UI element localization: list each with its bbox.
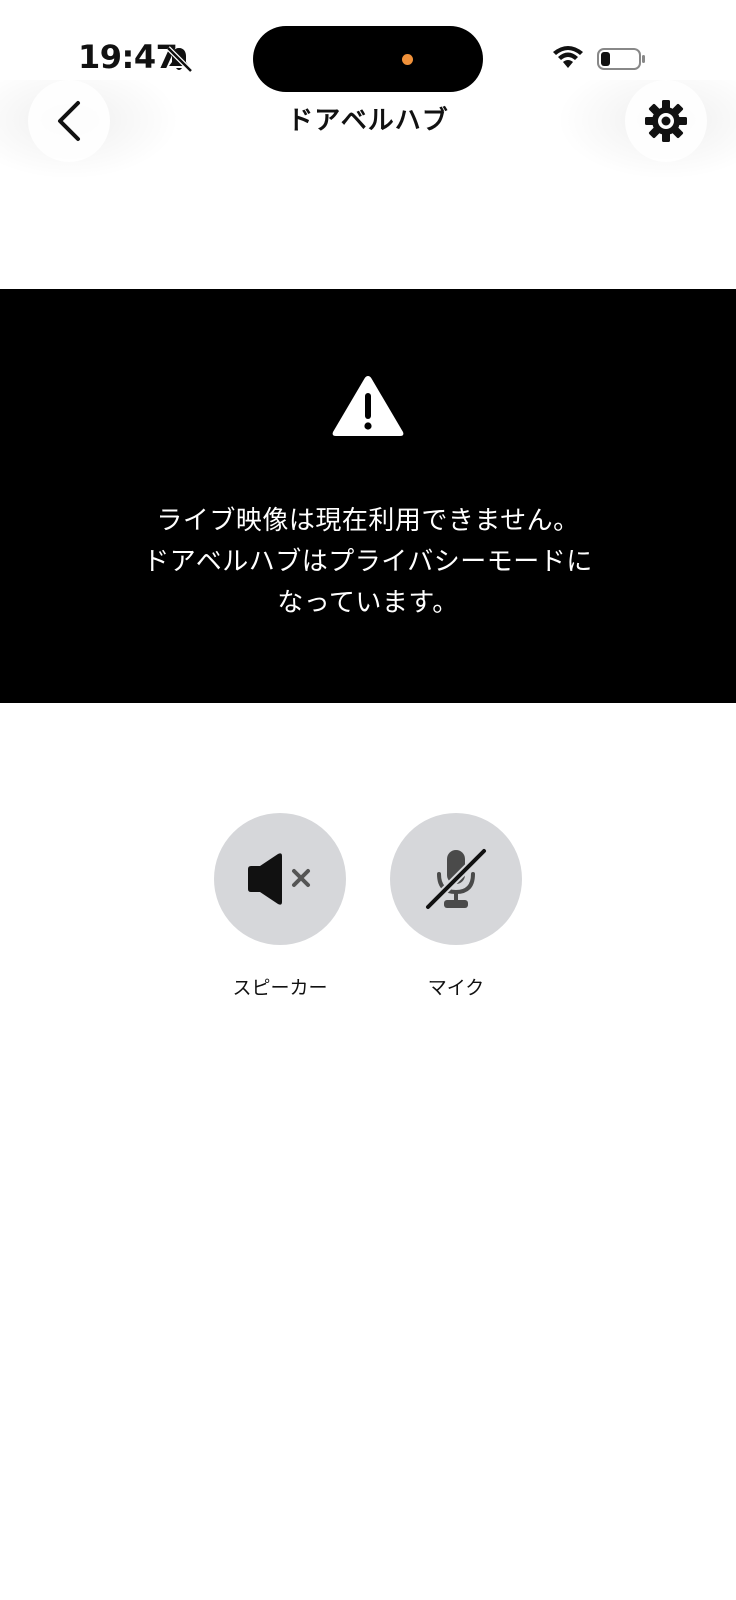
privacy-mode-message: ライブ映像は現在利用できません。 ドアベルハブはプライバシーモードに なっていま… <box>143 506 593 618</box>
privacy-indicator-dot <box>402 54 413 65</box>
wifi-icon <box>553 46 583 68</box>
battery-icon <box>597 48 645 70</box>
status-bar: 19:47 <box>0 0 736 92</box>
status-time: 19:47 <box>78 38 178 76</box>
mic-label: マイク <box>427 977 485 999</box>
speaker-button[interactable] <box>214 813 346 945</box>
live-video-panel: ライブ映像は現在利用できません。 ドアベルハブはプライバシーモードに なっていま… <box>0 289 736 703</box>
speaker-control: スピーカー <box>214 813 346 1000</box>
speaker-muted-icon <box>248 853 310 905</box>
warning-triangle-icon <box>332 376 404 436</box>
gear-icon <box>645 100 687 142</box>
speaker-label: スピーカー <box>232 977 328 999</box>
settings-button[interactable] <box>625 80 707 162</box>
mic-off-icon <box>424 847 488 911</box>
bell-slash-icon <box>166 46 193 73</box>
mic-control: マイク <box>390 813 522 1000</box>
dynamic-island <box>253 26 483 92</box>
mic-button[interactable] <box>390 813 522 945</box>
